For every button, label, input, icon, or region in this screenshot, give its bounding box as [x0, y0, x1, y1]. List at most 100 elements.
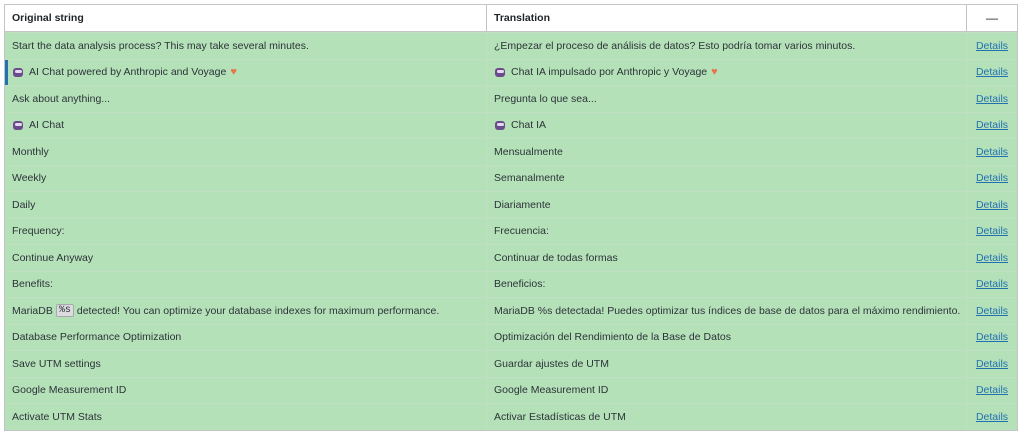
table-row[interactable]: AI Chat Chat IA Details: [5, 111, 1017, 139]
translation-cell[interactable]: Google Measurement ID: [487, 377, 967, 403]
translation-text: ¿Empezar el proceso de análisis de datos…: [494, 39, 856, 52]
table-row[interactable]: Frequency: Frecuencia: Details: [5, 217, 1017, 245]
translation-text: Pregunta lo que sea...: [494, 92, 597, 105]
details-link[interactable]: Details: [976, 225, 1008, 237]
translation-cell[interactable]: Chat IA impulsado por Anthropic y Voyage…: [487, 59, 967, 85]
details-link[interactable]: Details: [976, 199, 1008, 211]
details-link[interactable]: Details: [976, 331, 1008, 343]
translation-text: Google Measurement ID: [494, 384, 609, 397]
translation-cell[interactable]: Semanalmente: [487, 165, 967, 191]
details-link[interactable]: Details: [976, 358, 1008, 370]
details-link[interactable]: Details: [976, 278, 1008, 290]
details-link[interactable]: Details: [976, 66, 1008, 78]
table-row[interactable]: Google Measurement ID Google Measurement …: [5, 376, 1017, 403]
actions-cell: Details: [967, 86, 1017, 112]
original-string-cell: Monthly: [5, 139, 487, 165]
actions-cell: Details: [967, 60, 1017, 86]
original-text: Start the data analysis process? This ma…: [12, 39, 309, 52]
details-link[interactable]: Details: [976, 40, 1008, 52]
actions-cell: Details: [967, 139, 1017, 165]
translation-cell[interactable]: Guardar ajustes de UTM: [487, 351, 967, 377]
details-link[interactable]: Details: [976, 411, 1008, 423]
original-text: Google Measurement ID: [12, 384, 127, 397]
actions-cell: Details: [967, 166, 1017, 192]
details-link[interactable]: Details: [976, 93, 1008, 105]
details-link[interactable]: Details: [976, 384, 1008, 396]
translation-text: Chat IA impulsado por Anthropic y Voyage: [511, 66, 708, 79]
placeholder-token: %s: [55, 304, 74, 318]
translation-cell[interactable]: MariaDB %s detectada! Puedes optimizar t…: [487, 298, 967, 324]
details-link[interactable]: Details: [976, 305, 1008, 317]
original-string-cell: Google Measurement ID: [5, 377, 487, 403]
details-link[interactable]: Details: [976, 119, 1008, 131]
original-text: Daily: [12, 198, 36, 211]
table-row[interactable]: Ask about anything... Pregunta lo que sea…: [5, 85, 1017, 112]
actions-cell: Details: [967, 351, 1017, 377]
translation-cell[interactable]: Beneficios:: [487, 271, 967, 297]
translation-text: Beneficios:: [494, 278, 546, 291]
table-row[interactable]: Monthly Mensualmente Details: [5, 138, 1017, 165]
column-header-translation[interactable]: Translation: [487, 5, 967, 31]
table-row[interactable]: AI Chat powered by Anthropic and Voyage ♥…: [5, 58, 1017, 86]
translation-text: Mensualmente: [494, 145, 563, 158]
actions-cell: Details: [967, 404, 1017, 430]
translation-cell[interactable]: Mensualmente: [487, 139, 967, 165]
translation-cell[interactable]: Chat IA: [487, 112, 967, 138]
column-header-actions: —: [986, 11, 998, 25]
table-row[interactable]: Activate UTM Stats Activar Estadísticas d…: [5, 403, 1017, 430]
translation-cell[interactable]: Optimización del Rendimiento de la Base …: [487, 324, 967, 350]
column-header-original[interactable]: Original string: [5, 5, 487, 31]
original-text: Ask about anything...: [12, 92, 111, 105]
translation-cell[interactable]: ¿Empezar el proceso de análisis de datos…: [487, 33, 967, 59]
translation-cell[interactable]: Activar Estadísticas de UTM: [487, 404, 967, 430]
original-text: Activate UTM Stats: [12, 410, 102, 423]
translation-text: Optimización del Rendimiento de la Base …: [494, 331, 731, 344]
original-string-cell: Save UTM settings: [5, 351, 487, 377]
table-header: Original string Translation —: [5, 5, 1017, 32]
original-string-cell: Ask about anything...: [5, 86, 487, 112]
translation-text: MariaDB %s detectada! Puedes optimizar t…: [494, 304, 961, 317]
translation-cell[interactable]: Pregunta lo que sea...: [487, 86, 967, 112]
actions-cell: Details: [967, 219, 1017, 245]
table-row[interactable]: MariaDB %s detected! You can optimize your…: [5, 297, 1017, 324]
original-text-prefix: MariaDB: [12, 304, 53, 317]
actions-cell: Details: [967, 113, 1017, 139]
table-row[interactable]: Database Performance Optimization Optimiz…: [5, 323, 1017, 350]
original-text: AI Chat powered by Anthropic and Voyage: [29, 66, 227, 79]
original-string-cell: AI Chat: [5, 112, 487, 138]
robot-icon: [12, 120, 24, 131]
translation-cell[interactable]: Frecuencia:: [487, 218, 967, 244]
details-link[interactable]: Details: [976, 172, 1008, 184]
details-link[interactable]: Details: [976, 252, 1008, 264]
robot-icon: [494, 67, 506, 78]
translation-cell[interactable]: Continuar de todas formas: [487, 245, 967, 271]
original-text: Monthly: [12, 145, 49, 158]
heart-icon: ♥: [711, 66, 718, 79]
original-text: detected! You can optimize your database…: [76, 304, 440, 317]
table-row[interactable]: Weekly Semanalmente Details: [5, 164, 1017, 192]
translations-table: Original string Translation — Start the …: [4, 4, 1018, 431]
table-row[interactable]: Start the data analysis process? This ma…: [5, 32, 1017, 59]
original-string-cell: Weekly: [5, 165, 487, 191]
heart-icon: ♥: [230, 66, 237, 79]
actions-cell: Details: [967, 192, 1017, 218]
translation-text: Diariamente: [494, 198, 551, 211]
translation-text: Frecuencia:: [494, 225, 549, 238]
original-string-cell: Frequency:: [5, 218, 487, 244]
translation-text: Guardar ajustes de UTM: [494, 357, 609, 370]
actions-cell: Details: [967, 272, 1017, 298]
table-row[interactable]: Benefits: Beneficios: Details: [5, 270, 1017, 298]
translation-text: Continuar de todas formas: [494, 251, 618, 264]
original-string-cell: Daily: [5, 192, 487, 218]
original-string-cell: AI Chat powered by Anthropic and Voyage ♥: [5, 59, 487, 85]
table-body: Start the data analysis process? This ma…: [5, 32, 1017, 430]
table-row[interactable]: Continue Anyway Continuar de todas formas…: [5, 244, 1017, 271]
original-string-cell: Database Performance Optimization: [5, 324, 487, 350]
original-string-cell: Continue Anyway: [5, 245, 487, 271]
translation-cell[interactable]: Diariamente: [487, 192, 967, 218]
original-string-cell: Start the data analysis process? This ma…: [5, 33, 487, 59]
table-row[interactable]: Daily Diariamente Details: [5, 191, 1017, 218]
table-row[interactable]: Save UTM settings Guardar ajustes de UTM D…: [5, 350, 1017, 377]
details-link[interactable]: Details: [976, 146, 1008, 158]
actions-cell: Details: [967, 245, 1017, 271]
